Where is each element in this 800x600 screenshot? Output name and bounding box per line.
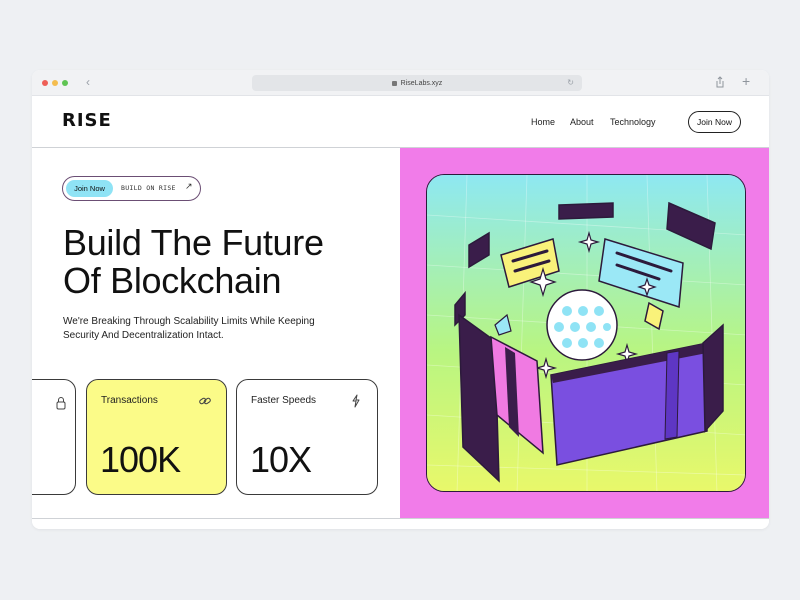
maximize-window-button[interactable] xyxy=(62,80,68,86)
pill-label: BUILD ON RISE xyxy=(121,184,176,192)
pill-join-now-button[interactable]: Join Now xyxy=(66,180,113,197)
logo[interactable]: RISE xyxy=(62,110,112,131)
stat-label: Faster Speeds xyxy=(251,395,317,406)
stat-card-transactions: Transactions 100K xyxy=(86,379,227,495)
address-bar[interactable]: RiseLabs.xyz ↻ xyxy=(252,75,582,91)
lock-icon xyxy=(391,80,397,86)
stat-card-security xyxy=(32,379,76,495)
nav-home-link[interactable]: Home xyxy=(531,117,555,127)
link-icon xyxy=(199,397,211,405)
share-icon[interactable] xyxy=(715,76,725,88)
stat-value: 10X xyxy=(250,439,312,480)
cylinder-right-wall xyxy=(702,323,724,433)
back-icon[interactable]: ‹ xyxy=(86,75,90,89)
browser-chrome: ‹ RiseLabs.xyz ↻ + xyxy=(32,70,769,96)
url-text: RiseLabs.xyz xyxy=(400,79,443,87)
headline-line-1: Build The Future xyxy=(63,222,324,263)
globe-sphere xyxy=(546,289,618,361)
stat-label: Transactions xyxy=(101,395,158,406)
bolt-icon xyxy=(352,394,360,408)
bottom-strip xyxy=(32,518,769,529)
hero-left: Join Now BUILD ON RISE ↗ Build The Futur… xyxy=(32,148,400,518)
headline-line-2: Of Blockchain xyxy=(63,260,282,301)
nav-technology-link[interactable]: Technology xyxy=(610,117,656,127)
site-header: RISE Home About Technology Join Now xyxy=(32,96,769,148)
page-title: Build The Future Of Blockchain xyxy=(63,224,383,300)
minimize-window-button[interactable] xyxy=(52,80,58,86)
reload-icon[interactable]: ↻ xyxy=(567,78,574,87)
header-join-now-button[interactable]: Join Now xyxy=(688,111,741,133)
illustration-svg xyxy=(427,175,745,491)
nav-about-link[interactable]: About xyxy=(570,117,594,127)
close-window-button[interactable] xyxy=(42,80,48,86)
stat-value: 100K xyxy=(100,439,181,480)
hero-right xyxy=(400,148,769,518)
build-on-rise-pill[interactable]: Join Now BUILD ON RISE ↗ xyxy=(62,176,201,201)
lock-icon xyxy=(56,397,66,410)
stat-card-faster-speeds: Faster Speeds 10X xyxy=(236,379,378,495)
hero-subtitle: We're Breaking Through Scalability Limit… xyxy=(63,316,315,341)
browser-window: ‹ RiseLabs.xyz ↻ + RISE Home About Techn… xyxy=(32,70,769,529)
blockchain-illustration xyxy=(426,174,746,492)
arrow-up-right-icon: ↗ xyxy=(185,181,193,191)
new-tab-icon[interactable]: + xyxy=(742,73,750,89)
